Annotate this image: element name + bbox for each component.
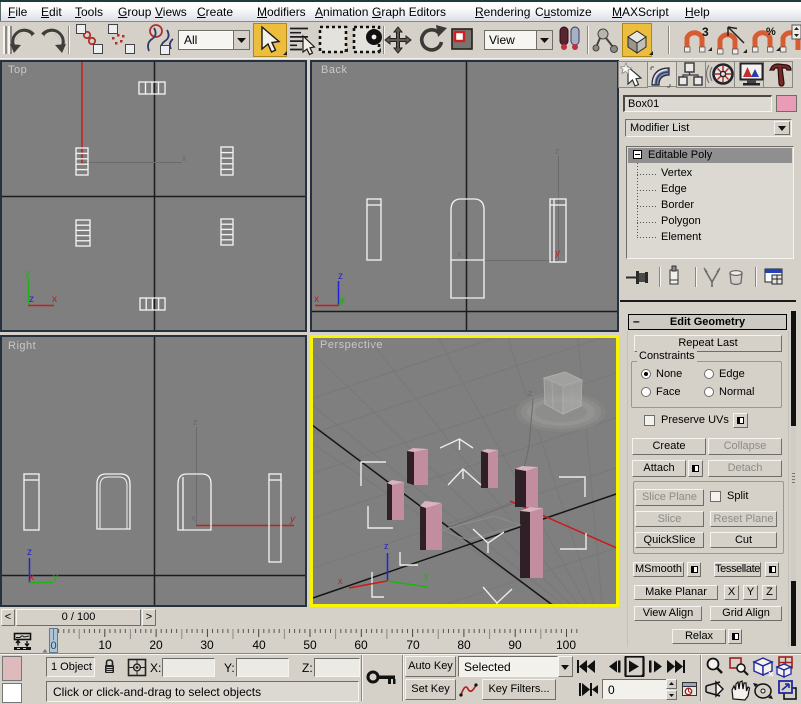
svg-text:x: x [191, 513, 196, 523]
svg-text:y: y [340, 295, 345, 306]
svg-text:20: 20 [149, 638, 163, 652]
svg-text:60: 60 [354, 638, 368, 652]
svg-text:x: x [182, 153, 187, 163]
svg-text:0: 0 [50, 640, 56, 652]
svg-text:70: 70 [406, 638, 420, 652]
svg-text:y: y [53, 572, 58, 583]
svg-text:z: z [338, 271, 343, 282]
svg-text:z: z [555, 146, 560, 156]
svg-text:3: 3 [702, 25, 709, 39]
svg-text:%: % [766, 26, 776, 38]
svg-text:x: x [314, 294, 319, 305]
svg-text:10: 10 [98, 638, 112, 652]
svg-text:40: 40 [252, 638, 266, 652]
svg-text:100: 100 [556, 638, 576, 652]
svg-text:z: z [528, 388, 533, 398]
svg-text:y: y [424, 571, 429, 581]
svg-text:90: 90 [508, 638, 522, 652]
svg-text:z: z [27, 547, 32, 558]
svg-text:z: z [29, 294, 34, 305]
svg-text:z: z [193, 417, 198, 427]
svg-text:y: y [25, 268, 30, 279]
svg-text:All: All [184, 33, 197, 47]
svg-text:x: x [338, 576, 343, 586]
svg-text:x: x [52, 294, 57, 305]
svg-text:View: View [489, 33, 515, 47]
svg-text:50: 50 [303, 638, 317, 652]
svg-text:y: y [289, 514, 296, 525]
svg-text:30: 30 [200, 638, 214, 652]
svg-text:80: 80 [457, 638, 471, 652]
svg-text:x: x [457, 249, 462, 259]
svg-text:x: x [29, 572, 34, 583]
svg-text:y: y [554, 248, 561, 259]
svg-text:z: z [384, 541, 389, 551]
